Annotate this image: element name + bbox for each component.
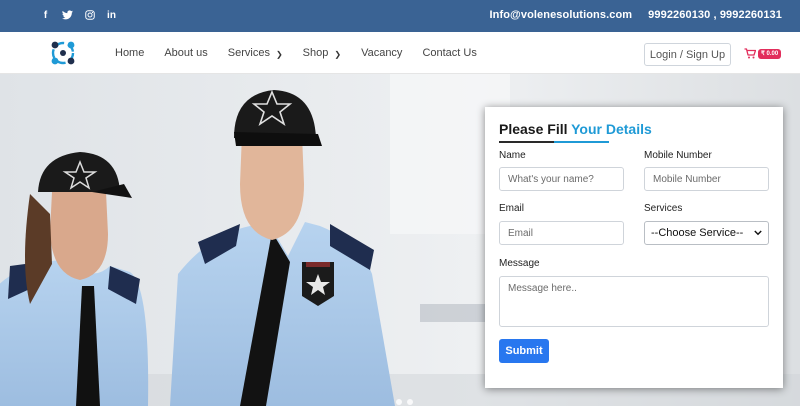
login-signup-button[interactable]: Login / Sign Up — [644, 43, 731, 66]
message-textarea[interactable] — [499, 276, 769, 327]
email-label: Email — [499, 203, 525, 214]
nav-item-shop[interactable]: Shop ❯ — [303, 47, 341, 59]
nav-item-services[interactable]: Services ❯ — [228, 47, 283, 59]
services-selected-value: --Choose Service-- — [651, 227, 744, 239]
nav-item-contact-us[interactable]: Contact Us — [422, 47, 476, 59]
nav-item-label: About us — [164, 47, 208, 59]
name-input[interactable] — [499, 167, 624, 191]
chevron-down-icon — [754, 230, 762, 236]
chevron-down-icon: ❯ — [275, 49, 283, 59]
contact-email[interactable]: Info@volenesolutions.com — [489, 9, 632, 21]
cart-total-badge: ₹ 0.00 — [758, 48, 782, 59]
cart-icon — [744, 48, 756, 59]
nav-item-label: Services — [227, 47, 270, 59]
nav-item-home[interactable]: Home — [115, 47, 144, 59]
social-links: f in — [40, 9, 117, 21]
slider-dot[interactable] — [407, 399, 413, 405]
mobile-label: Mobile Number — [644, 150, 712, 161]
chevron-down-icon: ❯ — [334, 49, 342, 59]
nav-menu: Home About us Services ❯ Shop ❯ Vacancy Co… — [115, 32, 477, 74]
slider-dot[interactable] — [396, 399, 402, 405]
contact-phones[interactable]: 9992260130 , 9992260131 — [648, 9, 782, 21]
instagram-icon[interactable] — [84, 9, 95, 21]
nav-item-vacancy[interactable]: Vacancy — [361, 47, 402, 59]
services-label: Services — [644, 203, 683, 214]
mobile-input[interactable] — [644, 167, 769, 191]
contact-info: Info@volenesolutions.com 9992260130 , 99… — [489, 9, 782, 21]
name-label: Name — [499, 150, 526, 161]
slider-dots — [396, 399, 413, 405]
main-navbar: Home About us Services ❯ Shop ❯ Vacancy Co… — [0, 32, 800, 74]
nav-item-label: Shop — [302, 47, 329, 59]
message-label: Message — [499, 258, 540, 269]
company-logo[interactable] — [48, 38, 78, 68]
nav-item-label: Contact Us — [422, 47, 477, 59]
nav-item-label: Home — [115, 47, 145, 59]
form-title: Please Fill Your Details — [499, 121, 652, 137]
nav-item-label: Vacancy — [361, 47, 403, 59]
form-title-accent: Your Details — [571, 121, 652, 137]
email-input[interactable] — [499, 221, 624, 245]
details-form: Please Fill Your Details Name Mobile Num… — [485, 107, 783, 388]
top-bar: f in Info@volenesolutions.com 9992260130… — [0, 0, 800, 32]
services-select[interactable]: --Choose Service-- — [644, 221, 769, 245]
form-title-plain: Please Fill — [499, 121, 568, 137]
nav-item-about-us[interactable]: About us — [164, 47, 207, 59]
cart-button[interactable]: ₹ 0.00 — [744, 48, 782, 59]
title-underline — [499, 141, 609, 143]
submit-button[interactable]: Submit — [499, 339, 549, 363]
facebook-icon[interactable]: f — [40, 9, 51, 21]
linkedin-icon[interactable]: in — [106, 9, 117, 21]
twitter-icon[interactable] — [62, 9, 73, 21]
